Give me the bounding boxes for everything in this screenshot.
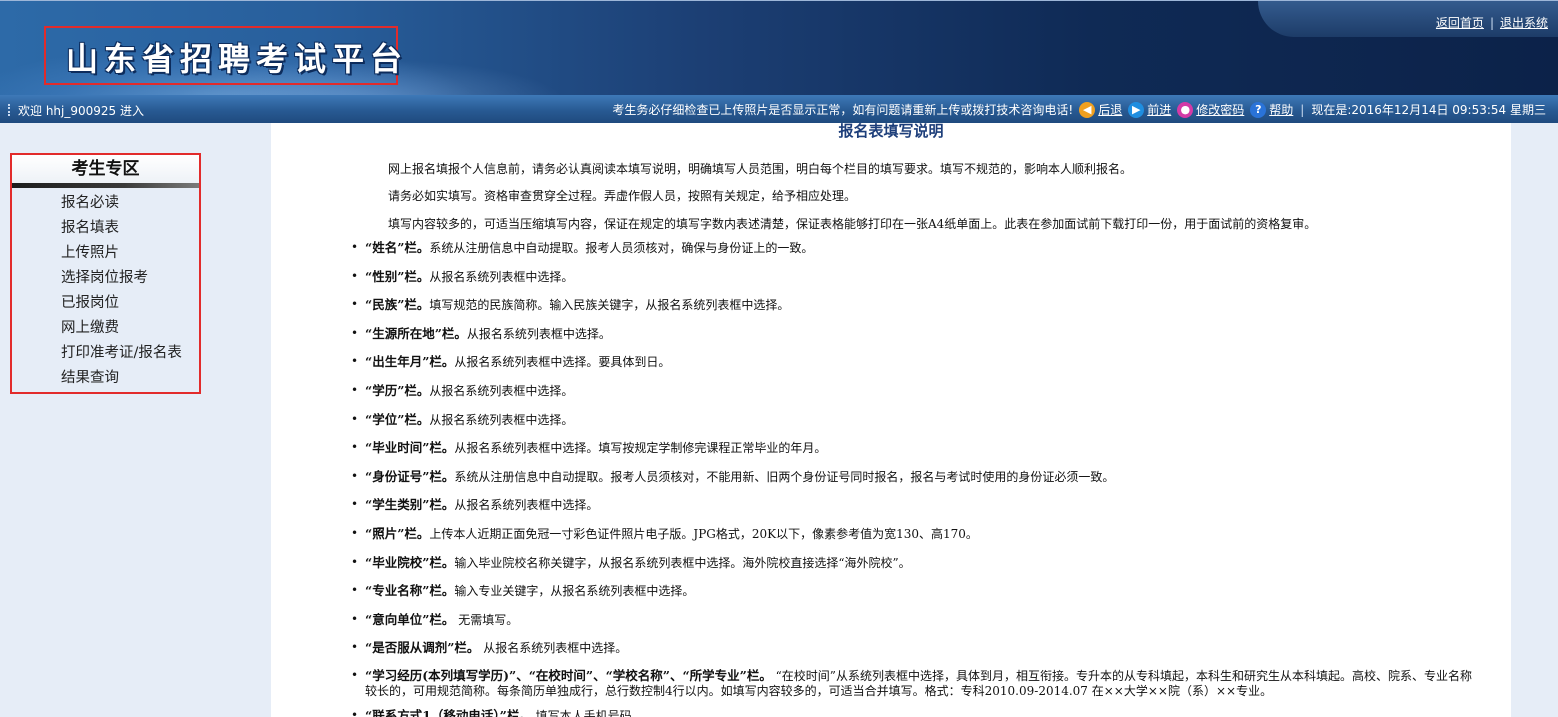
instruction-item: “身份证号”栏。系统从注册信息中自动提取。报考人员须核对，不能用新、旧两个身份证…	[351, 468, 1481, 486]
home-link[interactable]: 返回首页	[1436, 16, 1484, 30]
instruction-item: “民族”栏。填写规范的民族简称。输入民族关键字，从报名系统列表框中选择。	[351, 296, 1481, 314]
instruction-text: 系统从注册信息中自动提取。报考人员须核对，不能用新、旧两个身份证号同时报名，报名…	[454, 469, 1115, 484]
sidebar-item-result-query[interactable]: 结果查询	[12, 366, 199, 391]
header-banner: 山东省招聘考试平台 返回首页 | 退出系统	[0, 0, 1558, 96]
sidebar: 考生专区 报名必读 报名填表 上传照片 选择岗位报考 已报岗位 网上缴费 打印准…	[0, 123, 271, 717]
top-links: 返回首页 | 退出系统	[1436, 14, 1548, 31]
instruction-item: “性别”栏。从报名系统列表框中选择。	[351, 268, 1481, 286]
field-instructions-list: “姓名”栏。系统从注册信息中自动提取。报考人员须核对，确保与身份证上的一致。 “性…	[351, 239, 1481, 717]
site-logo-text: 山东省招聘考试平台	[66, 40, 409, 78]
back-icon[interactable]: ◀	[1079, 101, 1096, 118]
status-bar: 欢迎 hhj_900925 进入 考生务必仔细检查已上传照片是否显示正常，如有问…	[0, 95, 1558, 123]
instruction-item: “专业名称”栏。输入专业关键字，从报名系统列表框中选择。	[351, 582, 1481, 600]
instruction-label: “意向单位”栏。	[365, 611, 455, 627]
instruction-text: 从报名系统列表框中选择。	[429, 412, 574, 427]
instruction-text: 系统从注册信息中自动提取。报考人员须核对，确保与身份证上的一致。	[429, 241, 814, 255]
photo-notice: 考生务必仔细检查已上传照片是否显示正常，如有问题请重新上传或拨打技术咨询电话!	[612, 103, 1074, 117]
instruction-text: 输入专业关键字，从报名系统列表框中选择。	[454, 584, 695, 599]
sidebar-item-registration-notice[interactable]: 报名必读	[12, 191, 199, 216]
sidebar-item-applied-positions[interactable]: 已报岗位	[12, 291, 199, 316]
dotted-divider	[8, 104, 12, 116]
instruction-label: “生源所在地”栏。	[365, 325, 467, 341]
instruction-text: 从报名系统列表框中选择。	[466, 326, 611, 341]
instruction-text: 从报名系统列表框中选择。要具体到日。	[454, 355, 671, 370]
sidebar-item-print-admission[interactable]: 打印准考证/报名表	[12, 341, 199, 366]
sidebar-item-upload-photo[interactable]: 上传照片	[12, 241, 199, 266]
candidate-menu: 考生专区 报名必读 报名填表 上传照片 选择岗位报考 已报岗位 网上缴费 打印准…	[10, 153, 201, 394]
right-gutter	[1511, 123, 1558, 717]
instruction-item: “意向单位”栏。 无需填写。	[351, 611, 1481, 629]
instruction-label: “出生年月”栏。	[365, 354, 455, 370]
password-icon[interactable]: ●	[1177, 101, 1194, 118]
sidebar-item-select-position[interactable]: 选择岗位报考	[12, 266, 199, 291]
instruction-label: “身份证号”栏。	[365, 468, 455, 484]
instruction-label: “照片”栏。	[365, 525, 430, 541]
instruction-label: “学生类别”栏。	[365, 497, 455, 513]
main-content: 报名表填写说明 网上报名填报个人信息前，请务必认真阅读本填写说明，明确填写人员范…	[271, 123, 1511, 717]
instruction-label: “毕业院校”栏。	[365, 554, 455, 570]
instruction-text: 填写规范的民族简称。输入民族关键字，从报名系统列表框中选择。	[429, 298, 790, 313]
site-logo[interactable]: 山东省招聘考试平台	[44, 26, 402, 85]
instruction-text: 无需填写。	[454, 612, 519, 627]
instruction-label: “是否服从调剂”栏。	[365, 640, 480, 656]
instruction-item: “姓名”栏。系统从注册信息中自动提取。报考人员须核对，确保与身份证上的一致。	[351, 239, 1481, 257]
help-link[interactable]: 帮助	[1269, 101, 1293, 118]
instruction-text: 从报名系统列表框中选择。	[429, 383, 574, 398]
intro-paragraph-1: 网上报名填报个人信息前，请务必认真阅读本填写说明，明确填写人员范围，明白每个栏目…	[388, 162, 1133, 176]
sidebar-item-online-payment[interactable]: 网上缴费	[12, 316, 199, 341]
logout-link[interactable]: 退出系统	[1500, 16, 1548, 30]
instruction-item: “出生年月”栏。从报名系统列表框中选择。要具体到日。	[351, 353, 1481, 371]
instruction-label: “民族”栏。	[365, 297, 430, 313]
instruction-text: 从报名系统列表框中选择。填写按规定学制修完课程正常毕业的年月。	[454, 441, 827, 456]
instruction-label: “联系方式1（移动电话）”栏。	[365, 707, 532, 717]
instruction-label: “性别”栏。	[365, 268, 430, 284]
instruction-text: 从报名系统列表框中选择。	[479, 641, 628, 656]
instruction-text: 输入毕业院校名称关键字，从报名系统列表框中选择。海外院校直接选择“海外院校”。	[454, 555, 911, 570]
status-separator: |	[1300, 102, 1305, 117]
sidebar-menu: 报名必读 报名填表 上传照片 选择岗位报考 已报岗位 网上缴费 打印准考证/报名…	[12, 191, 199, 391]
link-separator: |	[1489, 16, 1494, 30]
instruction-item: “生源所在地”栏。从报名系统列表框中选择。	[351, 325, 1481, 343]
instruction-label: “学位”栏。	[365, 411, 430, 427]
back-link[interactable]: 后退	[1098, 101, 1122, 118]
instruction-label: “专业名称”栏。	[365, 583, 455, 599]
instruction-label: “姓名”栏。	[365, 240, 430, 255]
welcome-text: 欢迎 hhj_900925 进入	[18, 104, 144, 118]
intro-paragraph-2: 请务必如实填写。资格审查贯穿全过程。弄虚作假人员，按照有关规定，给予相应处理。	[388, 189, 857, 203]
instruction-label: “学历”栏。	[365, 382, 430, 398]
instruction-item: “学生类别”栏。从报名系统列表框中选择。	[351, 496, 1481, 514]
instruction-item: “学习经历(本列填写学历)”、“在校时间”、“学校名称”、“所学专业”栏。 “在…	[351, 668, 1481, 699]
instruction-item: “学位”栏。从报名系统列表框中选择。	[351, 411, 1481, 429]
instruction-text: 上传本人近期正面免冠一寸彩色证件照片电子版。JPG格式，20K以下，像素参考值为…	[429, 526, 978, 541]
status-actions: 考生务必仔细检查已上传照片是否显示正常，如有问题请重新上传或拨打技术咨询电话! …	[612, 101, 1546, 118]
help-icon[interactable]: ?	[1250, 101, 1267, 118]
instruction-item: “是否服从调剂”栏。 从报名系统列表框中选择。	[351, 639, 1481, 657]
instruction-item: “毕业院校”栏。输入毕业院校名称关键字，从报名系统列表框中选择。海外院校直接选择…	[351, 554, 1481, 572]
instruction-label: “毕业时间”栏。	[365, 440, 455, 456]
welcome-message: 欢迎 hhj_900925 进入	[8, 102, 144, 119]
instruction-label: “学习经历(本列填写学历)”、“在校时间”、“学校名称”、“所学专业”栏。	[365, 667, 772, 683]
change-password-link[interactable]: 修改密码	[1196, 101, 1244, 118]
instruction-item: “学历”栏。从报名系统列表框中选择。	[351, 382, 1481, 400]
forward-icon[interactable]: ▶	[1128, 101, 1145, 118]
page-title: 报名表填写说明	[838, 123, 944, 140]
instruction-item: “照片”栏。上传本人近期正面免冠一寸彩色证件照片电子版。JPG格式，20K以下，…	[351, 525, 1481, 543]
instruction-text: 从报名系统列表框中选择。	[429, 269, 574, 284]
current-datetime: 现在是:2016年12月14日 09:53:54 星期三	[1311, 103, 1546, 117]
sidebar-title: 考生专区	[12, 155, 199, 183]
instruction-text: 从报名系统列表框中选择。	[454, 498, 599, 513]
instruction-item: “联系方式1（移动电话）”栏。 填写本人手机号码。	[351, 707, 1481, 717]
forward-link[interactable]: 前进	[1147, 101, 1171, 118]
instruction-text: 填写本人手机号码。	[531, 708, 644, 717]
instruction-item: “毕业时间”栏。从报名系统列表框中选择。填写按规定学制修完课程正常毕业的年月。	[351, 439, 1481, 457]
intro-paragraph-3: 填写内容较多的，可适当压缩填写内容，保证在规定的填写字数内表述清楚，保证表格能够…	[388, 217, 1317, 231]
sidebar-item-fill-form[interactable]: 报名填表	[12, 216, 199, 241]
sidebar-title-underline	[12, 183, 199, 188]
